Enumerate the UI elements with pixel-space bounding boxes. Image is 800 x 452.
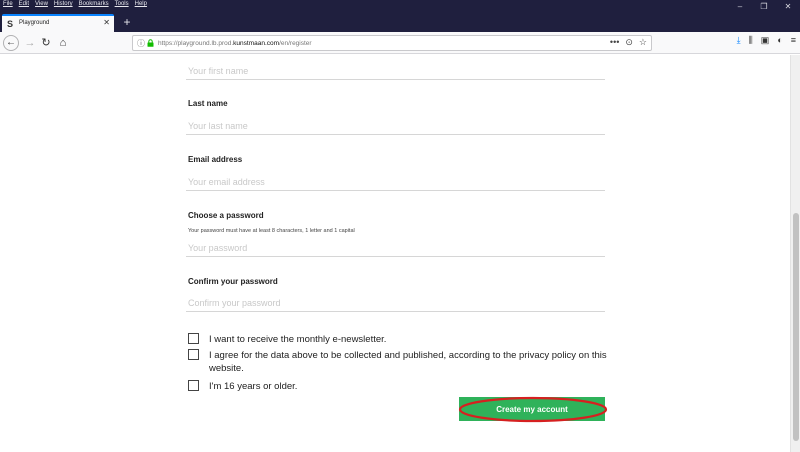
privacy-checkbox-label: I agree for the data above to be collect… bbox=[209, 350, 607, 374]
page-scrollbar[interactable] bbox=[790, 55, 800, 452]
url-bar[interactable]: ⓘ https://playground.lb.prod.kunstmaan.c… bbox=[132, 35, 652, 51]
info-icon[interactable]: ⓘ bbox=[137, 38, 145, 49]
lock-icon bbox=[147, 39, 154, 47]
url-text: https://playground.lb.prod.kunstmaan.com… bbox=[158, 39, 312, 47]
confirm-password-input[interactable] bbox=[186, 294, 605, 312]
age-checkbox[interactable] bbox=[188, 380, 199, 391]
email-label: Email address bbox=[188, 155, 243, 164]
page-actions-icon[interactable]: ••• bbox=[610, 37, 619, 48]
toolbar-right: ⤓ ⫼ ▣ ◐ ≡ bbox=[737, 35, 796, 46]
confirm-password-label: Confirm your password bbox=[188, 277, 278, 286]
new-tab-button[interactable]: + bbox=[120, 15, 134, 29]
age-checkbox-label: I'm 16 years or older. bbox=[209, 381, 298, 392]
menu-file[interactable]: File bbox=[3, 1, 13, 11]
back-icon[interactable]: ← bbox=[3, 35, 19, 51]
menu-help[interactable]: Help bbox=[135, 1, 147, 11]
password-label: Choose a password bbox=[188, 211, 264, 220]
create-account-button[interactable]: Create my account bbox=[459, 397, 605, 421]
password-hint: Your password must have at least 8 chara… bbox=[188, 228, 355, 234]
email-input[interactable] bbox=[186, 173, 605, 191]
extension-icon[interactable]: ◐ bbox=[777, 35, 782, 46]
first-name-input[interactable] bbox=[186, 62, 605, 80]
pocket-icon[interactable]: ⊙ bbox=[625, 37, 633, 48]
menu-tools[interactable]: Tools bbox=[115, 1, 129, 11]
window-controls: – ❐ ✕ bbox=[728, 0, 800, 14]
scrollbar-thumb[interactable] bbox=[793, 213, 799, 441]
newsletter-checkbox-row: I want to receive the monthly e-newslett… bbox=[188, 333, 609, 346]
sidebar-icon[interactable]: ▣ bbox=[761, 35, 770, 46]
hamburger-menu-icon[interactable]: ≡ bbox=[791, 35, 796, 46]
password-input[interactable] bbox=[186, 239, 605, 257]
newsletter-checkbox[interactable] bbox=[188, 333, 199, 344]
menu-view[interactable]: View bbox=[35, 1, 48, 11]
minimize-button[interactable]: – bbox=[728, 0, 752, 14]
downloads-icon[interactable]: ⤓ bbox=[737, 35, 741, 46]
navigation-bar: ← → ↻ ⌂ ⓘ https://playground.lb.prod.kun… bbox=[0, 32, 800, 54]
library-icon[interactable]: ⫼ bbox=[749, 35, 753, 46]
tab-title: Playground bbox=[19, 20, 50, 26]
last-name-label: Last name bbox=[188, 99, 228, 108]
reload-icon[interactable]: ↻ bbox=[38, 35, 54, 51]
newsletter-checkbox-label: I want to receive the monthly e-newslett… bbox=[209, 334, 387, 345]
title-bar: File Edit View History Bookmarks Tools H… bbox=[0, 0, 800, 32]
restore-button[interactable]: ❐ bbox=[752, 0, 776, 14]
site-favicon-icon: S bbox=[7, 19, 14, 29]
privacy-checkbox[interactable] bbox=[188, 349, 199, 360]
forward-icon[interactable]: → bbox=[22, 35, 38, 51]
privacy-checkbox-row: I agree for the data above to be collect… bbox=[188, 349, 609, 375]
menu-history[interactable]: History bbox=[54, 1, 73, 11]
last-name-input[interactable] bbox=[186, 117, 605, 135]
age-checkbox-row: I'm 16 years or older. bbox=[188, 380, 609, 393]
menu-bar: File Edit View History Bookmarks Tools H… bbox=[3, 1, 147, 11]
menu-edit[interactable]: Edit bbox=[19, 1, 29, 11]
home-icon[interactable]: ⌂ bbox=[55, 35, 71, 51]
bookmark-star-icon[interactable]: ☆ bbox=[639, 37, 647, 48]
menu-bookmarks[interactable]: Bookmarks bbox=[79, 1, 109, 11]
tab-playground[interactable]: S Playground ✕ bbox=[2, 14, 114, 32]
close-window-button[interactable]: ✕ bbox=[776, 0, 800, 14]
url-actions: ••• ⊙ ☆ bbox=[610, 37, 647, 48]
tab-close-icon[interactable]: ✕ bbox=[103, 18, 110, 27]
